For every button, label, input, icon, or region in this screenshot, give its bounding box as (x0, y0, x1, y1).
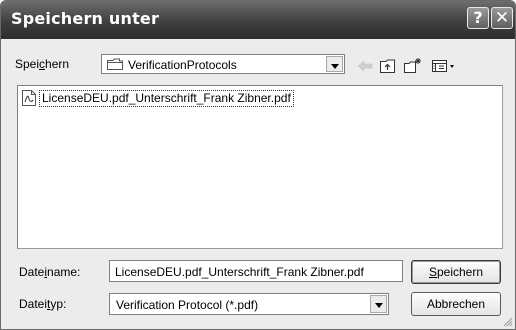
filetype-label: Dateityp: (19, 297, 67, 311)
help-button[interactable]: ? (467, 7, 489, 29)
pdf-file-icon (22, 90, 36, 106)
up-folder-icon[interactable] (379, 57, 397, 75)
file-name: LicenseDEU.pdf_Unterschrift_Frank Zibner… (39, 90, 294, 107)
filename-label: Dateiname: (19, 265, 81, 279)
new-folder-icon[interactable] (403, 57, 423, 75)
location-label: Speichern (15, 57, 70, 71)
filetype-dropdown[interactable]: Verification Protocol (*.pdf) (109, 293, 389, 315)
view-menu-icon[interactable] (431, 57, 457, 75)
chevron-down-icon[interactable] (370, 295, 387, 313)
close-button[interactable]: ✕ (491, 7, 513, 29)
save-button[interactable]: Speichern (411, 260, 501, 284)
location-dropdown[interactable]: VerificationProtocols (101, 54, 345, 74)
filetype-value: Verification Protocol (*.pdf) (116, 298, 259, 312)
filename-input[interactable]: LicenseDEU.pdf_Unterschrift_Frank Zibner… (109, 260, 403, 282)
window-title: Speichern unter (11, 9, 160, 28)
location-value: VerificationProtocols (128, 58, 237, 72)
title-bar[interactable]: Speichern unter ? ✕ (1, 1, 515, 39)
chevron-down-icon[interactable] (326, 56, 343, 72)
folder-icon (107, 58, 123, 70)
file-list[interactable]: LicenseDEU.pdf_Unterschrift_Frank Zibner… (17, 85, 503, 249)
filename-value: LicenseDEU.pdf_Unterschrift_Frank Zibner… (115, 265, 364, 279)
save-as-dialog: Speichern unter ? ✕ Speichern Verificati… (0, 0, 516, 330)
cancel-button[interactable]: Abbrechen (411, 292, 501, 316)
back-icon[interactable] (356, 57, 374, 75)
resize-grip-icon[interactable] (501, 315, 513, 327)
